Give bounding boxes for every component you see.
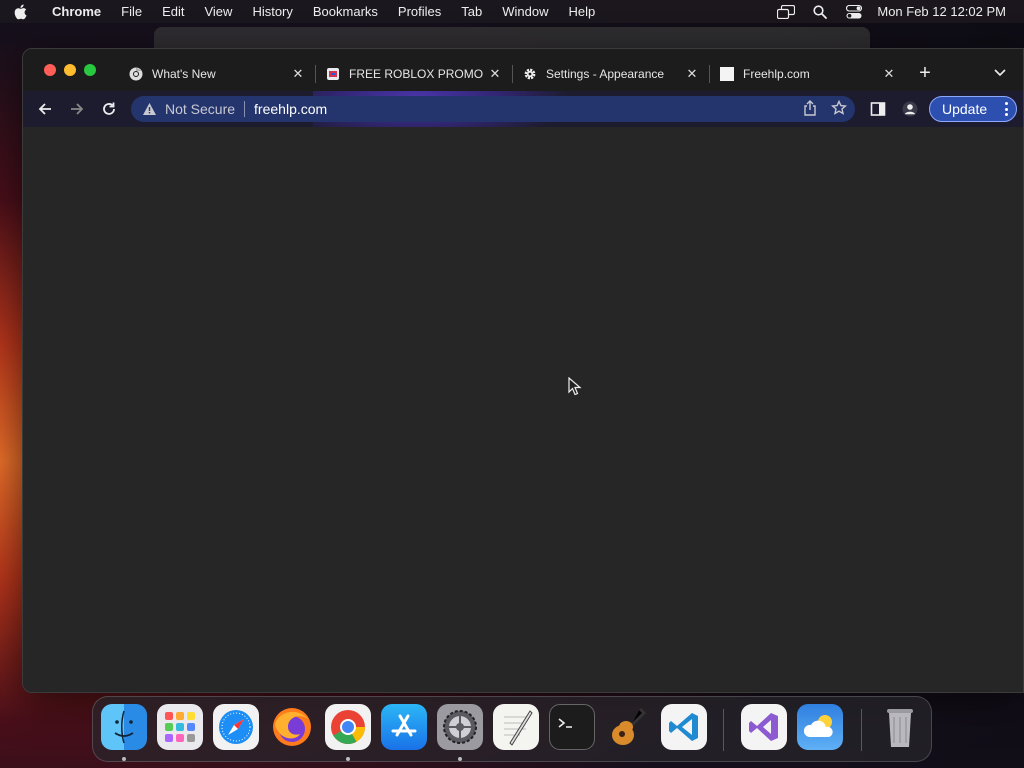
address-bar[interactable]: Not Secure freehlp.com [131,96,855,122]
tab-title: Settings - Appearance [546,67,665,81]
url-text[interactable]: freehlp.com [254,101,327,117]
blank-page-icon [719,66,735,82]
window-zoom-button[interactable] [84,64,96,76]
app-store-icon[interactable] [381,704,427,750]
visual-studio-code-icon[interactable] [661,704,707,750]
window-minimize-button[interactable] [64,64,76,76]
menu-edit[interactable]: Edit [152,4,194,19]
menu-history[interactable]: History [242,4,302,19]
control-center-icon[interactable] [837,4,871,19]
roblox-icon [325,66,341,82]
firefox-icon[interactable] [269,704,315,750]
chrome-icon [128,66,144,82]
tab-close-icon[interactable]: ✕ [290,66,306,82]
mouse-cursor-icon [568,377,582,396]
tab-separator [512,65,513,83]
gear-icon [522,66,538,82]
new-tab-plus-icon[interactable]: + [915,63,935,84]
spotlight-search-icon[interactable] [803,4,837,19]
more-options-icon[interactable] [1004,102,1008,116]
menu-file[interactable]: File [111,4,152,19]
weather-icon[interactable] [797,704,843,750]
tab-search-chevron-icon[interactable] [993,65,1009,81]
forward-arrow-icon[interactable] [67,99,87,119]
tab-close-icon[interactable]: ✕ [684,66,700,82]
reload-icon[interactable] [99,99,119,119]
browser-toolbar: Not Secure freehlp.com Update [23,91,1023,127]
visual-studio-icon[interactable] [741,704,787,750]
bookmark-star-icon[interactable] [830,99,848,119]
browser-window: What's New ✕ FREE ROBLOX PROMO ✕ Setting… [22,48,1024,693]
menu-window[interactable]: Window [492,4,558,19]
menu-profiles[interactable]: Profiles [388,4,451,19]
background-window [154,27,870,49]
garageband-icon[interactable] [605,704,651,750]
profile-avatar-icon[interactable] [901,100,919,118]
dock-separator [723,709,724,751]
tab-separator [709,65,710,83]
dock-separator [861,709,862,751]
terminal-icon[interactable] [549,704,595,750]
tab-strip: What's New ✕ FREE ROBLOX PROMO ✕ Setting… [23,49,1023,91]
share-icon[interactable] [803,99,817,119]
tab-title: What's New [152,67,216,81]
tab-close-icon[interactable]: ✕ [487,66,503,82]
dock [92,696,932,762]
menu-tab[interactable]: Tab [451,4,492,19]
tab-roblox-promo[interactable]: FREE ROBLOX PROMO ✕ [317,57,511,91]
textedit-icon[interactable] [493,704,539,750]
tab-freehlp[interactable]: Freehlp.com ✕ [711,57,905,91]
tab-whats-new[interactable]: What's New ✕ [120,57,314,91]
screen-mirroring-icon[interactable] [769,4,803,19]
menu-bookmarks[interactable]: Bookmarks [303,4,388,19]
update-button[interactable]: Update [929,96,1017,122]
running-indicator [346,757,350,761]
system-preferences-icon[interactable] [437,704,483,750]
update-button-label: Update [942,101,988,117]
apple-menu-icon[interactable] [0,4,40,20]
google-chrome-icon[interactable] [325,704,371,750]
running-indicator [122,757,126,761]
finder-icon[interactable] [101,704,147,750]
menubar-clock[interactable]: Mon Feb 12 12:02 PM [871,4,1024,19]
tab-title: Freehlp.com [743,67,810,81]
menu-bar: Chrome File Edit View History Bookmarks … [0,0,1024,23]
running-indicator [458,757,462,761]
tab-settings-appearance[interactable]: Settings - Appearance ✕ [514,57,708,91]
tab-close-icon[interactable]: ✕ [881,66,897,82]
launchpad-icon[interactable] [157,704,203,750]
tab-title: FREE ROBLOX PROMO [349,67,484,81]
trash-icon[interactable] [877,704,923,750]
side-panel-icon[interactable] [869,100,887,118]
menu-view[interactable]: View [194,4,242,19]
omnibox-divider [244,101,246,117]
security-status-label[interactable]: Not Secure [165,101,235,117]
menu-help[interactable]: Help [559,4,606,19]
menu-app-name[interactable]: Chrome [40,4,111,19]
page-content [23,127,1023,692]
window-close-button[interactable] [44,64,56,76]
safari-icon[interactable] [213,704,259,750]
warning-triangle-icon[interactable] [141,101,157,117]
tab-separator [315,65,316,83]
back-arrow-icon[interactable] [35,99,55,119]
